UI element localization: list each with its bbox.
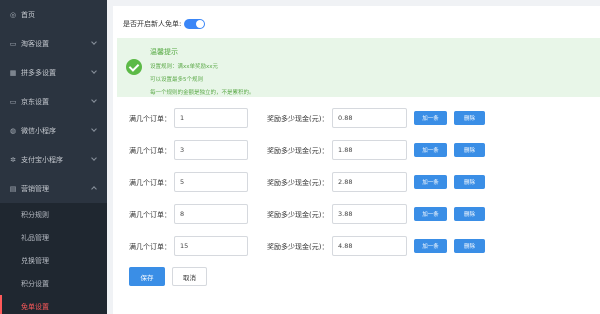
sidebar-item-label: 首页 [21, 10, 35, 19]
orders-input[interactable] [174, 236, 248, 256]
reward-label: 奖励多少现金(元)： [267, 211, 329, 219]
folder-icon: ▭ [9, 39, 17, 48]
sidebar-item-label: 支付宝小程序 [21, 155, 63, 164]
reward-input[interactable] [332, 204, 407, 224]
orders-label: 满几个订单： [129, 243, 171, 251]
chat-icon: ◍ [9, 126, 17, 135]
add-rule-button[interactable]: 加一条 [414, 111, 447, 125]
newcomer-free-toggle-label: 是否开启新人免单: [123, 20, 182, 28]
reward-input[interactable] [332, 236, 407, 256]
rule-row: 满几个订单： 奖励多少现金(元)： 加一条 删除 [113, 204, 600, 224]
tip-title: 温馨提示 [150, 48, 178, 56]
orders-input[interactable] [174, 108, 248, 128]
save-button[interactable]: 保存 [129, 267, 165, 286]
main-content: 是否开启新人免单: 温馨提示 设置规则：满xx单奖励xx元 可以设置最多5个规则… [107, 0, 600, 314]
orders-label: 满几个订单： [129, 115, 171, 123]
orders-input[interactable] [174, 204, 248, 224]
sidebar-item-marketing[interactable]: ▤ 营销管理 [0, 174, 107, 203]
chevron-down-icon [91, 68, 97, 74]
reward-label: 奖励多少现金(元)： [267, 179, 329, 187]
add-rule-button[interactable]: 加一条 [414, 207, 447, 221]
grid-icon: ▦ [9, 68, 17, 77]
card-icon: ▭ [9, 97, 17, 106]
sidebar-item-label: 营销管理 [21, 184, 49, 193]
sidebar-item-label: 京东设置 [21, 97, 49, 106]
chevron-down-icon [91, 126, 97, 132]
reward-input[interactable] [332, 140, 407, 160]
add-rule-button[interactable]: 加一条 [414, 175, 447, 189]
tip-line: 每一个规则的金额是独立的，不是累积的。 [150, 90, 255, 96]
chevron-up-icon [91, 186, 97, 192]
orders-label: 满几个订单： [129, 147, 171, 155]
reward-input[interactable] [332, 108, 407, 128]
add-rule-button[interactable]: 加一条 [414, 143, 447, 157]
delete-rule-button[interactable]: 删除 [454, 239, 485, 253]
sidebar: ◎ 首页 ▭ 淘客设置 ▦ 拼多多设置 ▭ 京东设置 ◍ 微信小程序 ✲ 支付宝… [0, 0, 107, 314]
chevron-down-icon [91, 97, 97, 103]
sidebar-submenu: 积分规则 礼品管理 兑换管理 积分设置 免单设置 [0, 203, 107, 314]
delete-rule-button[interactable]: 删除 [454, 207, 485, 221]
check-circle-icon [126, 59, 142, 75]
sidebar-item-jd-settings[interactable]: ▭ 京东设置 [0, 87, 107, 116]
sidebar-item-alipay-miniprogram[interactable]: ✲ 支付宝小程序 [0, 145, 107, 174]
newcomer-free-switch[interactable] [184, 19, 206, 29]
cancel-button[interactable]: 取消 [172, 267, 207, 286]
dashboard-icon: ◎ [9, 10, 17, 19]
rule-row: 满几个订单： 奖励多少现金(元)： 加一条 删除 [113, 236, 600, 256]
sidebar-item-label: 微信小程序 [21, 126, 56, 135]
gear-icon: ✲ [10, 155, 16, 164]
tip-line: 可以设置最多5个规则 [150, 77, 203, 83]
orders-input[interactable] [174, 140, 248, 160]
orders-label: 满几个订单： [129, 211, 171, 219]
reward-label: 奖励多少现金(元)： [267, 115, 329, 123]
tip-box: 温馨提示 设置规则：满xx单奖励xx元 可以设置最多5个规则 每一个规则的金额是… [117, 38, 600, 97]
sidebar-item-label: 淘客设置 [21, 39, 49, 48]
sidebar-subitem-points-rules[interactable]: 积分规则 [0, 203, 107, 226]
reward-label: 奖励多少现金(元)： [267, 243, 329, 251]
share-icon: ▤ [9, 184, 17, 193]
sidebar-subitem-points-settings[interactable]: 积分设置 [0, 272, 107, 295]
delete-rule-button[interactable]: 删除 [454, 111, 485, 125]
reward-label: 奖励多少现金(元)： [267, 147, 329, 155]
sidebar-subitem-gift-management[interactable]: 礼品管理 [0, 226, 107, 249]
delete-rule-button[interactable]: 删除 [454, 143, 485, 157]
orders-label: 满几个订单： [129, 179, 171, 187]
rule-row: 满几个订单： 奖励多少现金(元)： 加一条 删除 [113, 172, 600, 192]
sidebar-item-wechat-miniprogram[interactable]: ◍ 微信小程序 [0, 116, 107, 145]
chevron-down-icon [91, 155, 97, 161]
newcomer-free-toggle-row: 是否开启新人免单: [123, 19, 206, 29]
tip-line: 设置规则：满xx单奖励xx元 [150, 64, 219, 70]
orders-input[interactable] [174, 172, 248, 192]
delete-rule-button[interactable]: 删除 [454, 175, 485, 189]
sidebar-item-taoke-settings[interactable]: ▭ 淘客设置 [0, 29, 107, 58]
sidebar-subitem-redeem-management[interactable]: 兑换管理 [0, 249, 107, 272]
sidebar-item-pdd-settings[interactable]: ▦ 拼多多设置 [0, 58, 107, 87]
reward-input[interactable] [332, 172, 407, 192]
rule-row: 满几个订单： 奖励多少现金(元)： 加一条 删除 [113, 140, 600, 160]
settings-panel: 是否开启新人免单: 温馨提示 设置规则：满xx单奖励xx元 可以设置最多5个规则… [113, 6, 600, 314]
sidebar-item-home[interactable]: ◎ 首页 [0, 0, 107, 29]
add-rule-button[interactable]: 加一条 [414, 239, 447, 253]
sidebar-subitem-free-order-settings[interactable]: 免单设置 [0, 295, 107, 314]
sidebar-item-label: 拼多多设置 [21, 68, 56, 77]
rule-row: 满几个订单： 奖励多少现金(元)： 加一条 删除 [113, 108, 600, 128]
chevron-down-icon [91, 39, 97, 45]
